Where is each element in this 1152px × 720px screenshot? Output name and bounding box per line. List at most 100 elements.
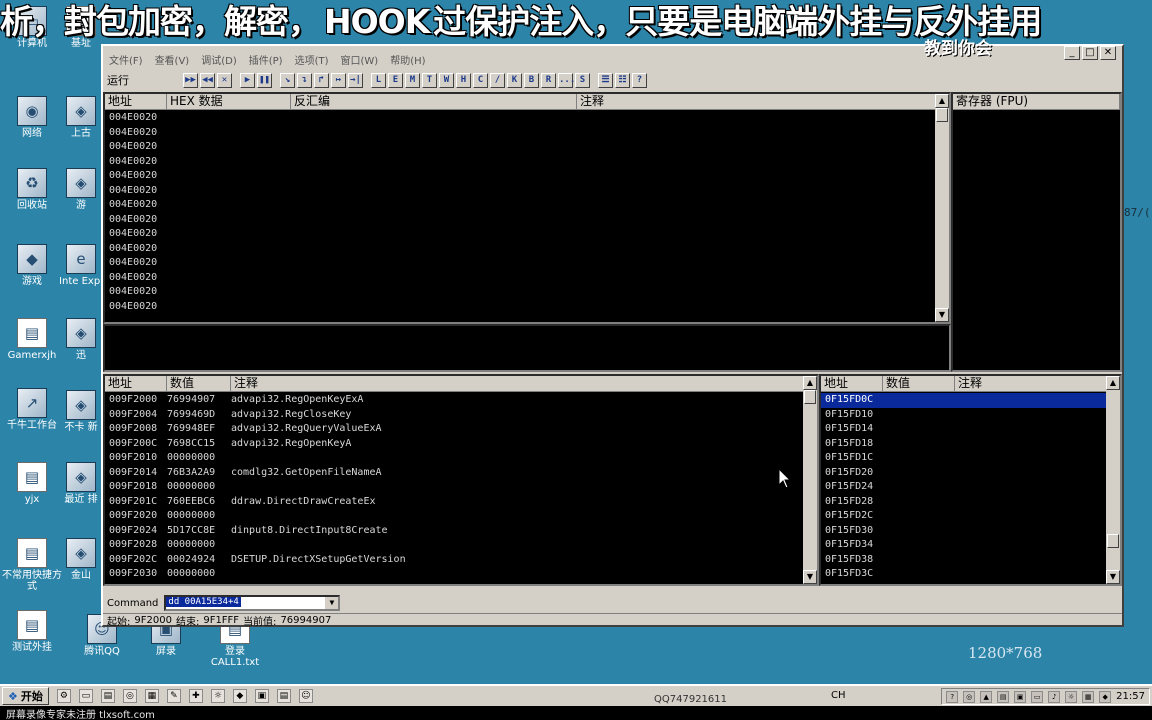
minimize-button[interactable]: _ <box>1064 46 1080 60</box>
stack-row[interactable]: 0F15FD10 <box>821 408 1106 423</box>
scroll-down-icon[interactable]: ▼ <box>935 308 949 322</box>
quicklaunch-icon[interactable]: ▤ <box>100 689 115 703</box>
scroll-up-icon[interactable]: ▲ <box>935 94 949 108</box>
toolbar-button[interactable]: L <box>371 72 386 88</box>
menu-window[interactable]: 窗口(W) <box>339 52 381 68</box>
cpu-row[interactable]: 004E0020 <box>105 285 935 300</box>
toolbar-button[interactable]: S <box>575 72 590 88</box>
stack-pane[interactable]: 地址 数值 注释 0F15FD0C 0F15FD10 0F15FD14 0F15FD1… <box>819 374 1122 586</box>
tray-icon[interactable]: ▣ <box>1014 690 1027 703</box>
cpu-row[interactable]: 004E0020 <box>105 256 935 271</box>
col-address[interactable]: 地址 <box>105 94 167 110</box>
stack-row[interactable]: 0F15FD3C <box>821 567 1106 582</box>
step-over-button[interactable]: ↴ <box>297 72 312 88</box>
maximize-button[interactable]: □ <box>1082 46 1098 60</box>
quicklaunch-icon[interactable]: ▣ <box>254 689 269 703</box>
desktop-icon-gamerxjh[interactable]: ▤ Gamerxjh <box>0 318 64 361</box>
trace-into-button[interactable]: ↱ <box>314 72 329 88</box>
dump-row[interactable]: 009F201C 760EEBC6 ddraw.DirectDrawCreateEx <box>105 495 803 510</box>
toolbar-button[interactable]: B <box>524 72 539 88</box>
desktop-icon-network[interactable]: ◉ 网络 <box>0 96 64 139</box>
dump-row[interactable]: 009F2010 00000000 <box>105 451 803 466</box>
cpu-row[interactable]: 004E0020 <box>105 169 935 184</box>
desktop-icon-col2-6[interactable]: ◈ 最近 排 <box>58 462 104 505</box>
toolbar-button[interactable]: ▶▶ <box>183 72 198 88</box>
col-address[interactable]: 地址 <box>821 376 883 392</box>
stack-row[interactable]: 0F15FD18 <box>821 437 1106 452</box>
cpu-row[interactable]: 004E0020 <box>105 184 935 199</box>
stack-row[interactable]: 0F15FD20 <box>821 466 1106 481</box>
stack-row[interactable]: 0F15FD0C <box>821 393 1106 408</box>
toolbar-button[interactable]: W <box>439 72 454 88</box>
dump-row[interactable]: 009F2018 00000000 <box>105 480 803 495</box>
col-hex[interactable]: HEX 数据 <box>167 94 291 110</box>
run-button[interactable]: ▶ <box>240 72 255 88</box>
menu-options[interactable]: 选项(T) <box>293 52 331 68</box>
toolbar-button[interactable]: H <box>456 72 471 88</box>
tray-icon[interactable]: ◆ <box>1099 690 1112 703</box>
cpu-row[interactable]: 004E0020 <box>105 300 935 315</box>
dump-row[interactable]: 009F2008 769948EF advapi32.RegQueryValueEx… <box>105 422 803 437</box>
cpu-row[interactable]: 004E0020 <box>105 140 935 155</box>
quicklaunch-icon[interactable]: ▭ <box>78 689 93 703</box>
stack-row[interactable]: 0F15FD24 <box>821 480 1106 495</box>
dump-row[interactable]: 009F2004 7699469D advapi32.RegCloseKey <box>105 408 803 423</box>
tray-icon[interactable]: ◎ <box>963 690 976 703</box>
scroll-up-icon[interactable]: ▲ <box>803 376 817 390</box>
scroll-down-icon[interactable]: ▼ <box>803 570 817 584</box>
col-comment[interactable]: 注释 <box>955 376 1110 392</box>
dump-row[interactable]: 009F2024 5D17CC8E dinput8.DirectInput8Crea… <box>105 524 803 539</box>
desktop-icon-col2-5[interactable]: ◈ 不卡 新 <box>58 390 104 433</box>
cpu-row[interactable]: 004E0020 <box>105 271 935 286</box>
cpu-pane[interactable]: 地址 HEX 数据 反汇编 注释 004E0020 004E0020 004E002… <box>103 92 951 324</box>
toolbar-button[interactable]: ✕ <box>217 72 232 88</box>
help-button[interactable]: ? <box>632 72 647 88</box>
col-address[interactable]: 地址 <box>105 376 167 392</box>
toolbar-button[interactable]: / <box>490 72 505 88</box>
desktop-icon-col2-1[interactable]: ◈ 上古 <box>58 96 104 139</box>
execute-till-return-button[interactable]: →| <box>348 72 363 88</box>
cpu-row[interactable]: 004E0020 <box>105 126 935 141</box>
scroll-up-icon[interactable]: ▲ <box>1106 376 1120 390</box>
stack-row[interactable]: 0F15FD2C <box>821 509 1106 524</box>
stack-row[interactable]: 0F15FD28 <box>821 495 1106 510</box>
dump-row[interactable]: 009F200C 7698CC15 advapi32.RegOpenKeyA <box>105 437 803 452</box>
toolbar-button[interactable]: T <box>422 72 437 88</box>
toolbar-button[interactable]: ☷ <box>615 72 630 88</box>
trace-over-button[interactable]: ↦ <box>331 72 346 88</box>
stack-row[interactable]: 0F15FD30 <box>821 524 1106 539</box>
stack-scrollbar[interactable]: ▲ ▼ <box>1106 376 1120 584</box>
quicklaunch-icon[interactable]: ✚ <box>188 689 203 703</box>
step-into-button[interactable]: ↘ <box>280 72 295 88</box>
close-button[interactable]: ✕ <box>1100 46 1116 60</box>
dump-row[interactable]: 009F2028 00000000 <box>105 538 803 553</box>
col-comment[interactable]: 注释 <box>231 376 807 392</box>
menu-help[interactable]: 帮助(H) <box>388 52 427 68</box>
desktop-icon-col2-4[interactable]: ◈ 迅 <box>58 318 104 361</box>
toolbar-button[interactable]: C <box>473 72 488 88</box>
col-value[interactable]: 数值 <box>167 376 231 392</box>
quicklaunch-icon[interactable]: ▤ <box>276 689 291 703</box>
ime-indicator[interactable]: CH <box>831 690 846 701</box>
toolbar-button[interactable]: K <box>507 72 522 88</box>
dump-scrollbar[interactable]: ▲ ▼ <box>803 376 817 584</box>
toolbar-button[interactable]: ◀◀ <box>200 72 215 88</box>
scroll-down-icon[interactable]: ▼ <box>1106 570 1120 584</box>
chevron-down-icon[interactable]: ▼ <box>325 597 339 609</box>
tray-icon[interactable]: ▤ <box>997 690 1010 703</box>
desktop-icon-test-hack[interactable]: ▤ 测试外挂 <box>0 610 64 653</box>
desktop-icon-col2-7[interactable]: ◈ 金山 <box>58 538 104 581</box>
stack-row[interactable]: 0F15FD14 <box>821 422 1106 437</box>
qq-taskbar-icon[interactable]: ☺ <box>298 689 313 703</box>
stack-row[interactable]: 0F15FD1C <box>821 451 1106 466</box>
toolbar-button[interactable]: E <box>388 72 403 88</box>
cpu-row[interactable]: 004E0020 <box>105 242 935 257</box>
desktop-icon-qianniu[interactable]: ↗ 千牛工作台 <box>0 388 64 431</box>
clock[interactable]: 21:57 <box>1116 691 1145 702</box>
menu-file[interactable]: 文件(F) <box>107 52 145 68</box>
toolbar-button[interactable]: ... <box>558 72 575 88</box>
desktop-icon-recycle-bin[interactable]: ♻ 回收站 <box>0 168 64 211</box>
desktop-icon-game[interactable]: ◆ 游戏 <box>0 244 64 287</box>
cpu-scrollbar[interactable]: ▲ ▼ <box>935 94 949 322</box>
menu-view[interactable]: 查看(V) <box>153 52 192 68</box>
